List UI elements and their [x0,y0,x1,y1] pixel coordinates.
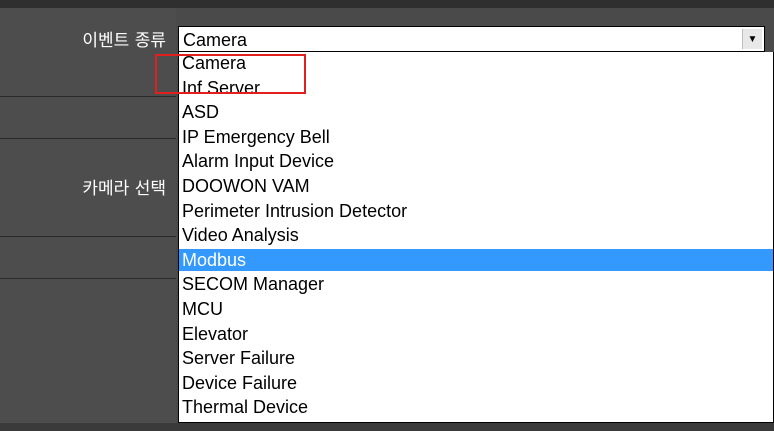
event-settings-panel: 이벤트 종류 카메라 선택 Camera ▼ Camera Inf Server A… [0,0,774,431]
dropdown-option[interactable]: DOOWON VAM [179,175,773,197]
dropdown-option[interactable]: MCU [179,298,773,320]
dropdown-option[interactable]: Alarm Input Device [179,150,773,172]
dropdown-option[interactable]: Video Analysis [179,224,773,246]
event-type-dropdown-list[interactable]: Camera Inf Server ASD IP Emergency Bell Alar… [178,52,774,423]
dropdown-option[interactable]: ASD [179,101,773,123]
row-divider [0,138,176,139]
dropdown-option[interactable]: Thermal Device [179,396,773,418]
dropdown-option[interactable]: Modbus [179,248,773,271]
bottom-strip [0,423,774,431]
dropdown-option[interactable]: Server Failure [179,347,773,369]
dropdown-option[interactable]: Perimeter Intrusion Detector [179,200,773,222]
dropdown-option[interactable]: Device Failure [179,372,773,394]
event-type-select-value: Camera [183,30,248,50]
row-divider [0,278,176,279]
row-divider [0,236,176,237]
camera-select-label: 카메라 선택 [82,178,166,199]
dropdown-option[interactable]: Elevator [179,323,773,345]
dropdown-option[interactable]: IP Emergency Bell [179,126,773,148]
top-strip [0,0,774,8]
annotation-highlight-box [155,54,306,94]
label-panel [0,8,176,431]
event-type-select[interactable]: Camera ▼ [178,26,765,52]
dropdown-option[interactable]: SECOM Manager [179,273,773,295]
event-type-label: 이벤트 종류 [82,30,166,51]
row-divider [0,96,176,97]
chevron-down-icon[interactable]: ▼ [742,29,762,49]
